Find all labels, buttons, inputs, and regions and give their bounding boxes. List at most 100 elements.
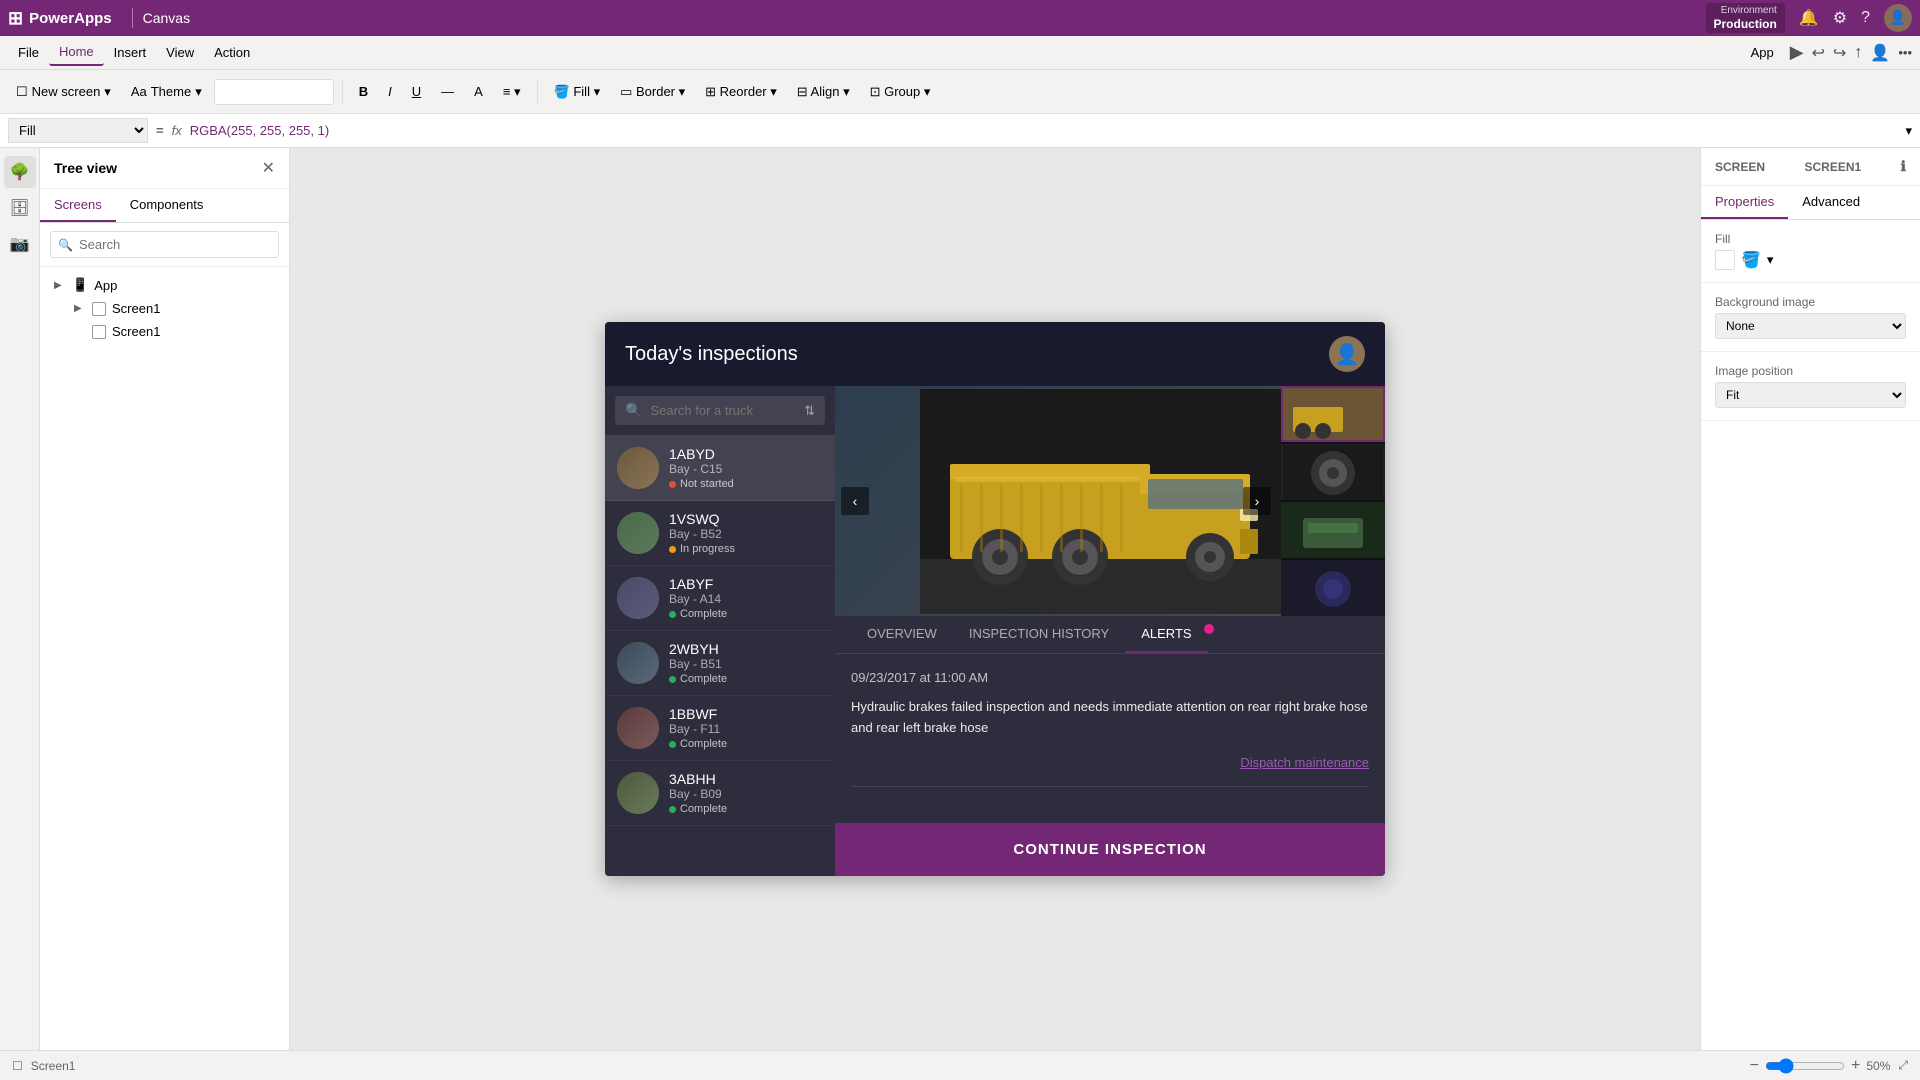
status-dot-1vswq <box>669 546 676 553</box>
menu-home[interactable]: Home <box>49 39 104 66</box>
play-icon[interactable]: ▶ <box>1790 42 1804 63</box>
menu-file[interactable]: File <box>8 40 49 65</box>
zoom-slider[interactable] <box>1765 1058 1845 1074</box>
formula-equals: = <box>156 123 164 138</box>
tree-app-item[interactable]: ▶ 📱 App <box>40 273 289 297</box>
color-picker-input[interactable] <box>214 79 334 105</box>
new-screen-button[interactable]: ☐ New screen ▾ <box>8 80 119 104</box>
carousel-next[interactable]: › <box>1243 487 1271 515</box>
zoom-minus-button[interactable]: − <box>1750 1057 1759 1075</box>
background-image-select[interactable]: None <box>1715 313 1906 339</box>
theme-button[interactable]: Aa Theme ▾ <box>123 80 210 104</box>
alerts-tab[interactable]: ALERTS <box>1125 616 1207 653</box>
settings-icon[interactable]: ⚙ <box>1833 8 1847 28</box>
truck-avatar-1bbwf <box>617 707 659 749</box>
checkbox-1[interactable] <box>92 302 106 316</box>
formula-expand-icon[interactable]: ▾ <box>1905 123 1912 139</box>
continue-inspection-button[interactable]: CONTINUE INSPECTION <box>835 823 1385 876</box>
fullscreen-button[interactable]: ⤢ <box>1898 1058 1908 1073</box>
inspection-history-tab[interactable]: INSPECTION HISTORY <box>953 616 1125 653</box>
menu-view[interactable]: View <box>156 40 204 65</box>
screens-tab[interactable]: Screens <box>40 189 116 222</box>
detail-tabs: OVERVIEW INSPECTION HISTORY ALERTS <box>835 616 1385 654</box>
zoom-plus-button[interactable]: + <box>1851 1057 1860 1075</box>
properties-tab[interactable]: Properties <box>1701 186 1788 219</box>
dispatch-maintenance-link[interactable]: Dispatch maintenance <box>851 755 1369 770</box>
align-objects-button[interactable]: ⊟ Align ▾ <box>789 80 858 104</box>
redo-icon[interactable]: ↪ <box>1833 43 1846 63</box>
reorder-button[interactable]: ⊞ Reorder ▾ <box>697 80 785 104</box>
share-icon[interactable]: 👤 <box>1870 43 1890 63</box>
bg-image-label: Background image <box>1715 295 1906 309</box>
property-select[interactable]: Fill <box>8 118 148 143</box>
truck-item-1vswq[interactable]: 1VSWQ Bay - B52 In progress <box>605 501 835 566</box>
checkbox-2[interactable] <box>92 325 106 339</box>
formula-value[interactable]: RGBA(255, 255, 255, 1) <box>190 123 1898 138</box>
close-panel-button[interactable]: ✕ <box>262 158 275 178</box>
status-dot-1bbwf <box>669 741 676 748</box>
datasource-icon[interactable]: 🗄 <box>4 192 36 224</box>
font-color-button[interactable]: A <box>466 80 491 103</box>
user-icon[interactable]: 👤 <box>1884 4 1912 32</box>
media-icon[interactable]: 📷 <box>4 228 36 260</box>
panel-title: Tree view <box>54 160 117 176</box>
menu-insert[interactable]: Insert <box>104 40 157 65</box>
overview-tab[interactable]: OVERVIEW <box>851 616 953 653</box>
advanced-tab[interactable]: Advanced <box>1788 186 1874 219</box>
title-bar: ⊞ PowerApps Canvas Environment Productio… <box>0 0 1920 36</box>
thumbnail-3[interactable] <box>1281 502 1385 558</box>
strikethrough-button[interactable]: — <box>433 80 462 103</box>
app-button[interactable]: App <box>1743 41 1782 64</box>
fill-button[interactable]: 🪣 Fill ▾ <box>546 80 609 104</box>
truck-name-1vswq: 1VSWQ <box>669 511 823 527</box>
truck-info-3abhh: 3ABHH Bay - B09 Complete <box>669 771 823 815</box>
avatar-icon: 👤 <box>1335 342 1360 367</box>
truck-item-1bbwf[interactable]: 1BBWF Bay - F11 Complete <box>605 696 835 761</box>
align-button[interactable]: ≡ ▾ <box>495 80 529 104</box>
group-button[interactable]: ⊡ Group ▾ <box>862 80 939 104</box>
truck-avatar-3abhh <box>617 772 659 814</box>
image-position-section: Image position Fit <box>1701 352 1920 421</box>
menu-action[interactable]: Action <box>204 40 260 65</box>
user-avatar: 👤 <box>1329 336 1365 372</box>
status-dot-1abyf <box>669 611 676 618</box>
status-left: ☐ Screen1 <box>12 1059 75 1073</box>
border-button[interactable]: ▭ Border ▾ <box>612 80 693 104</box>
undo-icon[interactable]: ↩ <box>1812 43 1825 63</box>
sort-icon[interactable]: ⇅ <box>804 403 815 419</box>
expand-fill-icon[interactable]: ▾ <box>1767 252 1774 268</box>
components-tab[interactable]: Components <box>116 189 218 222</box>
truck-item-1abyd[interactable]: 1ABYD Bay - C15 Not started <box>605 436 835 501</box>
thumbnail-4[interactable] <box>1281 560 1385 616</box>
underline-button[interactable]: U <box>404 80 429 103</box>
truck-bay-1bbwf: Bay - F11 <box>669 722 823 736</box>
paint-bucket-icon[interactable]: 🪣 <box>1741 250 1761 270</box>
notification-icon[interactable]: 🔔 <box>1799 8 1819 28</box>
alert-content: 09/23/2017 at 11:00 AM Hydraulic brakes … <box>835 654 1385 823</box>
alert-badge <box>1204 624 1214 634</box>
truck-item-3abhh[interactable]: 3ABHH Bay - B09 Complete <box>605 761 835 826</box>
truck-item-2wbyh[interactable]: 2WBYH Bay - B51 Complete <box>605 631 835 696</box>
publish-icon[interactable]: ↑ <box>1854 44 1862 62</box>
screen1-item-1[interactable]: ▶ Screen1 <box>60 297 289 320</box>
screen1-item-2[interactable]: Screen1 <box>60 320 289 343</box>
help-icon[interactable]: ? <box>1861 9 1870 27</box>
thumbnail-1[interactable] <box>1281 386 1385 442</box>
treeview-icon[interactable]: 🌳 <box>4 156 36 188</box>
carousel-prev[interactable]: ‹ <box>841 487 869 515</box>
menu-ellipsis[interactable]: ••• <box>1898 45 1912 60</box>
search-input[interactable] <box>50 231 279 258</box>
status-text-2wbyh: Complete <box>680 673 727 685</box>
truck-item-1abyf[interactable]: 1ABYF Bay - A14 Complete <box>605 566 835 631</box>
image-position-select[interactable]: Fit <box>1715 382 1906 408</box>
app-label: App <box>94 278 117 293</box>
fill-color-swatch[interactable] <box>1715 250 1735 270</box>
search-wrapper: 🔍 <box>50 231 279 258</box>
truck-search-input[interactable] <box>650 403 796 418</box>
theme-icon: Aa <box>131 84 147 99</box>
toolbar: ☐ New screen ▾ Aa Theme ▾ B I U — A ≡ ▾ … <box>0 70 1920 114</box>
thumbnail-2[interactable] <box>1281 444 1385 500</box>
italic-button[interactable]: I <box>380 80 400 103</box>
alert-date: 09/23/2017 at 11:00 AM <box>851 670 1369 685</box>
bold-button[interactable]: B <box>351 80 376 103</box>
